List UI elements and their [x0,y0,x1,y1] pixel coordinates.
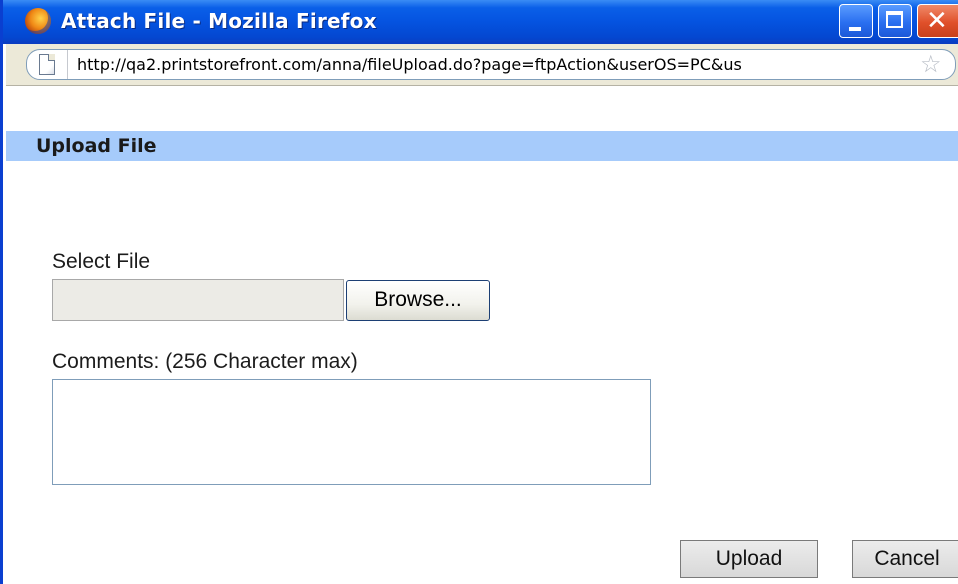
dialog-window: Attach File - Mozilla Firefox ✕ http://q… [0,0,958,584]
url-field[interactable]: http://qa2.printstorefront.com/anna/file… [26,49,956,80]
section-header: Upload File [6,131,958,161]
firefox-logo-icon [25,8,51,34]
maximize-icon [886,11,903,28]
comments-label: Comments: (256 Character max) [52,350,358,373]
upload-button[interactable]: Upload [680,540,818,578]
bookmark-star-icon[interactable]: ☆ [920,52,942,76]
file-path-field[interactable] [52,279,344,321]
url-text[interactable]: http://qa2.printstorefront.com/anna/file… [77,55,907,74]
comments-textarea[interactable] [52,379,651,485]
page-icon [39,54,55,75]
select-file-label: Select File [52,250,151,273]
maximize-button[interactable] [878,4,912,38]
minimize-button[interactable] [839,4,873,38]
title-bar[interactable]: Attach File - Mozilla Firefox ✕ [3,0,958,44]
browse-button[interactable]: Browse... [346,280,490,321]
address-divider [67,50,68,79]
window-title: Attach File - Mozilla Firefox [61,9,377,33]
minimize-icon [849,27,861,31]
close-button[interactable]: ✕ [917,4,958,38]
section-title: Upload File [36,135,157,157]
cancel-button[interactable]: Cancel [852,540,958,578]
close-icon: ✕ [926,6,948,36]
address-bar: http://qa2.printstorefront.com/anna/file… [6,44,958,86]
